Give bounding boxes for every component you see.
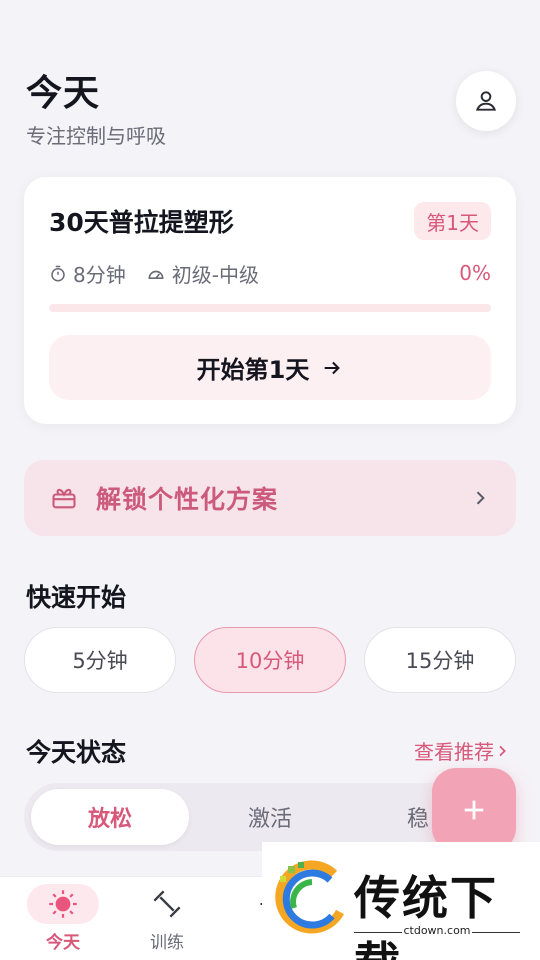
tab-training[interactable]: 训练 (113, 877, 221, 960)
plan-meta: 8分钟 初级-中级 (49, 259, 279, 288)
today-state-title: 今天状态 (26, 738, 127, 767)
page-header: 今天 专注控制与呼吸 (26, 64, 166, 149)
unlock-plan-banner[interactable]: 解锁个性化方案 (24, 460, 516, 536)
add-button[interactable] (432, 768, 516, 852)
duration-text: 8分钟 (73, 263, 126, 287)
dumbbell-icon (153, 890, 181, 918)
quick-start-options: 5分钟 10分钟 15分钟 (24, 627, 516, 693)
chevron-right-icon (476, 491, 485, 505)
chevron-right-icon (499, 745, 506, 756)
tab-today[interactable]: 今天 (9, 877, 117, 960)
see-recommendations-label: 查看推荐 (414, 740, 494, 764)
gauge-icon (148, 270, 164, 279)
sun-icon (49, 890, 77, 918)
plan-card: 30天普拉提塑形 第1天 8分钟 初级-中级 0% 开始第1天 (24, 177, 516, 424)
plus-icon (464, 800, 484, 820)
unlock-label: 解锁个性化方案 (96, 485, 279, 514)
duration-info: 8分钟 (49, 259, 126, 288)
watermark-divider-left (354, 932, 402, 933)
start-day-button[interactable]: 开始第1天 (49, 335, 491, 400)
plan-title: 30天普拉提塑形 (49, 208, 234, 237)
day-badge: 第1天 (414, 202, 491, 240)
tab-training-icon-wrap (131, 884, 203, 924)
gift-icon (52, 488, 76, 509)
quick-start-title: 快速开始 (26, 583, 127, 612)
profile-button[interactable] (456, 71, 516, 131)
tab-today-label: 今天 (46, 933, 80, 953)
page-subtitle: 专注控制与呼吸 (26, 124, 166, 148)
person-icon (475, 91, 497, 111)
state-tab-relax[interactable]: 放松 (31, 789, 189, 845)
tab-training-label: 训练 (150, 933, 184, 953)
start-day-label: 开始第1天 (196, 356, 310, 384)
level-text: 初级-中级 (171, 263, 259, 287)
see-recommendations-link[interactable]: 查看推荐 (414, 736, 510, 765)
quick-start-15min[interactable]: 15分钟 (364, 627, 516, 693)
level-info: 初级-中级 (146, 259, 259, 288)
timer-icon (51, 265, 65, 281)
page-title: 今天 (26, 73, 101, 114)
state-tab-activate[interactable]: 激活 (191, 789, 349, 845)
watermark-divider-right (472, 932, 520, 933)
quick-start-10min[interactable]: 10分钟 (194, 627, 346, 693)
tab-today-icon-wrap (27, 884, 99, 924)
ctdown-logo (275, 860, 344, 934)
watermark-url: ctdown.com (403, 924, 471, 937)
progress-bar (49, 304, 491, 312)
watermark: 传统下载 ctdown.com (262, 842, 540, 960)
progress-percent: 0% (459, 261, 491, 285)
arrow-right-icon (321, 357, 343, 379)
watermark-name: 传统下载 (354, 871, 498, 960)
quick-start-5min[interactable]: 5分钟 (24, 627, 176, 693)
